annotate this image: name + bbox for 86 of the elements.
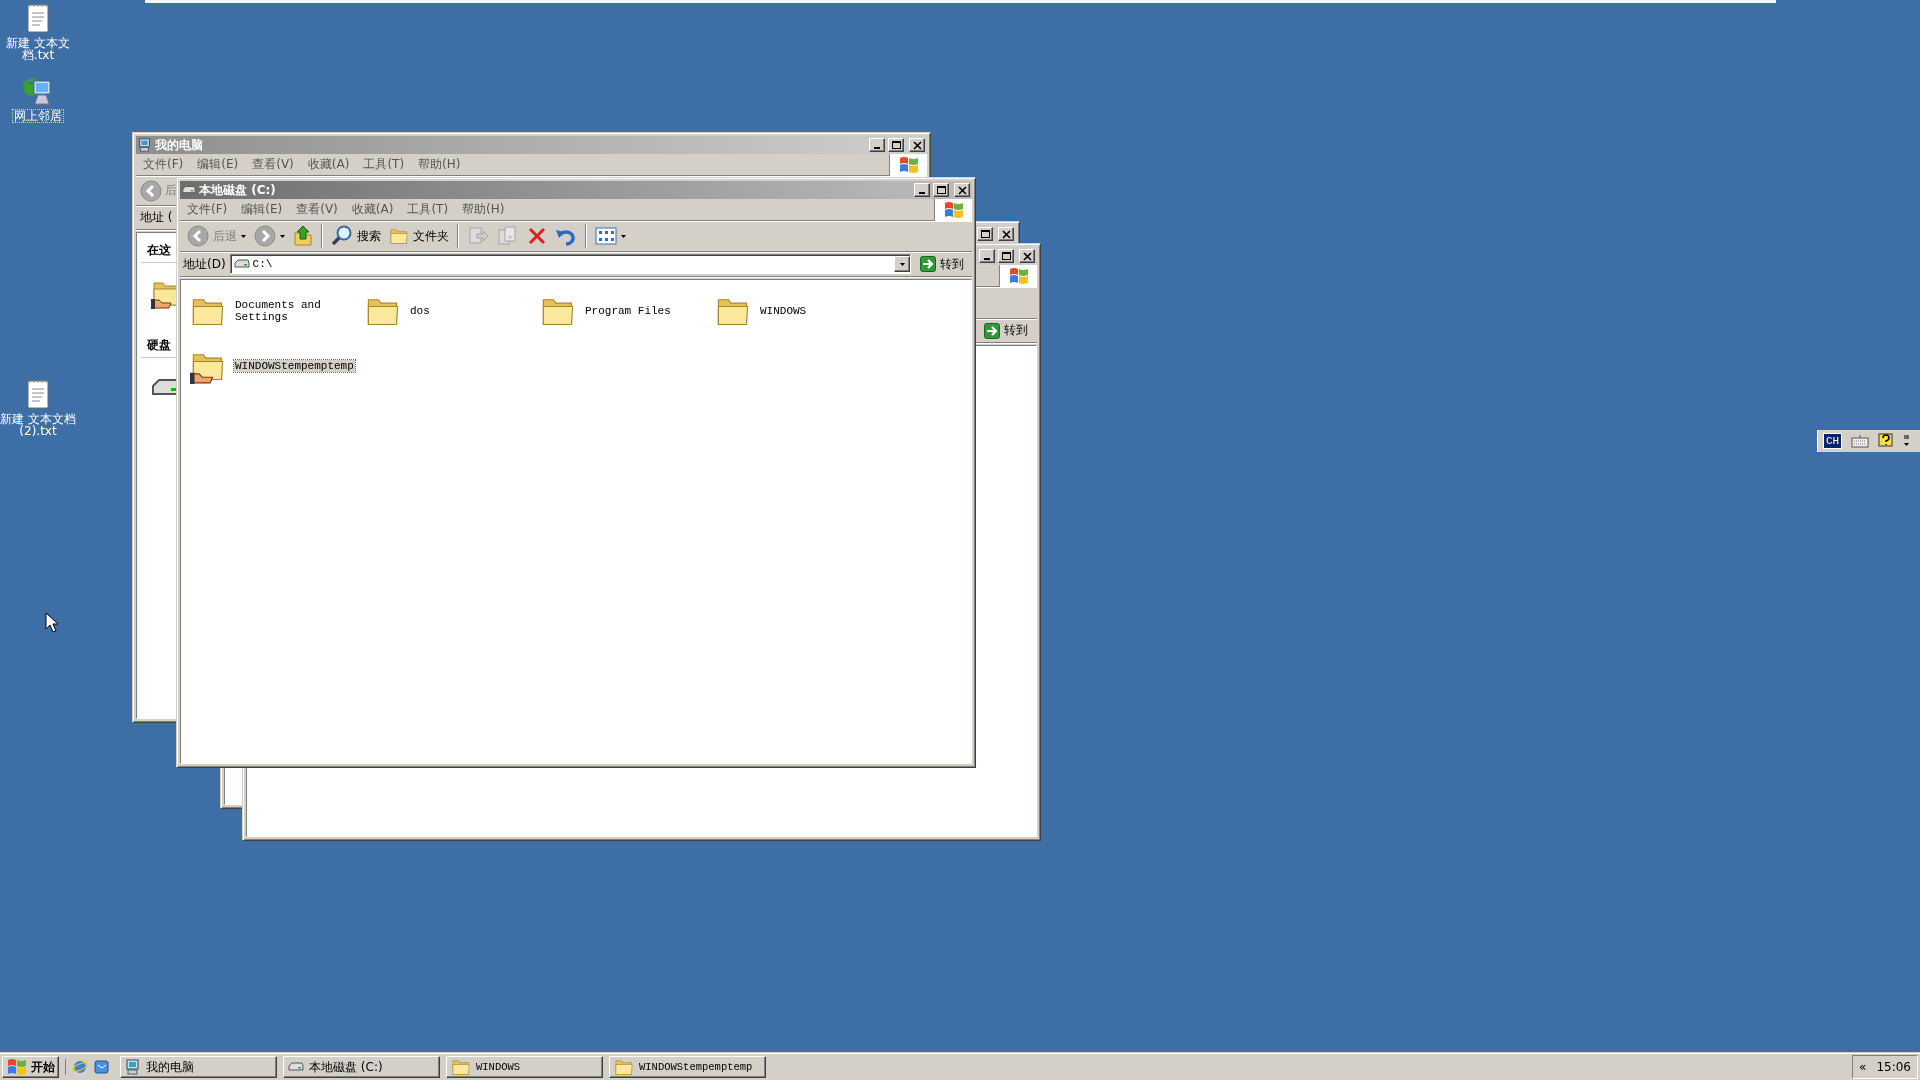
delete-icon: [527, 226, 547, 246]
menu-item[interactable]: 收藏(A): [344, 201, 401, 218]
taskbar-button[interactable]: WINDOWStempemptemp: [609, 1056, 766, 1078]
help-icon[interactable]: [1878, 433, 1895, 449]
close-icon: [912, 140, 922, 150]
browser-icon[interactable]: [72, 1059, 88, 1075]
maximize-icon: [936, 185, 946, 195]
folder-icon: [614, 1057, 634, 1077]
minimize-button[interactable]: [869, 138, 885, 152]
language-indicator[interactable]: CH: [1823, 433, 1843, 449]
text-file-icon[interactable]: [25, 2, 51, 34]
clock: 15:06: [1876, 1060, 1911, 1074]
caret-icon: [899, 262, 905, 266]
menu-item[interactable]: 查看(V): [245, 156, 301, 173]
windows-logo-icon: [942, 199, 965, 220]
minimize-button[interactable]: [914, 183, 930, 197]
maximize-icon: [980, 229, 990, 239]
start-button[interactable]: 开始: [2, 1056, 59, 1078]
close-icon: [957, 185, 967, 195]
desktop-icon-label[interactable]: 新建 文本文档 (2).txt: [0, 413, 76, 437]
tray-toggle[interactable]: «: [1859, 1060, 1867, 1074]
minimize-button[interactable]: [979, 249, 995, 263]
caret-icon: [621, 234, 626, 238]
computer-icon: [125, 1059, 141, 1075]
menu-item[interactable]: 编辑(E): [234, 201, 290, 218]
folder-icon: [451, 1057, 471, 1077]
address-field[interactable]: C:\: [229, 254, 911, 274]
folder-label[interactable]: Program Files: [584, 305, 672, 317]
views-icon: [595, 227, 617, 245]
folder-label[interactable]: dos: [409, 305, 431, 317]
taskbar-button[interactable]: 本地磁盘 (C:): [283, 1056, 440, 1078]
close-button[interactable]: [909, 138, 925, 152]
menu-item[interactable]: 文件(F): [136, 156, 191, 173]
menu-item[interactable]: 查看(V): [289, 201, 345, 218]
menu-item[interactable]: 帮助(H): [411, 156, 468, 173]
caret-icon: [241, 234, 246, 238]
search-icon: [331, 225, 353, 247]
mail-icon[interactable]: [94, 1059, 110, 1075]
address-label: 地址 (: [140, 209, 173, 226]
taskbar-button[interactable]: WINDOWS: [446, 1056, 603, 1078]
windows-logo-icon: [1007, 265, 1030, 286]
menu-item[interactable]: 帮助(H): [455, 201, 512, 218]
maximize-icon: [891, 140, 901, 150]
menu-item[interactable]: 收藏(A): [300, 156, 357, 173]
menu-item[interactable]: 工具(T): [356, 156, 412, 173]
network-icon[interactable]: [22, 75, 54, 107]
mouse-pointer-icon: [45, 612, 58, 633]
folder-label[interactable]: WINDOWS: [759, 305, 808, 317]
options-icon[interactable]: [1903, 434, 1911, 448]
go-button[interactable]: 转到: [979, 320, 1033, 341]
maximize-button[interactable]: [977, 227, 993, 241]
computer-icon: [138, 138, 152, 152]
close-icon: [1022, 251, 1032, 261]
minimize-icon: [984, 256, 990, 260]
desktop-icon-label[interactable]: 新建 文本文档.txt: [0, 37, 76, 61]
dropdown-button[interactable]: [894, 256, 910, 272]
taskbar-button[interactable]: 我的电脑: [120, 1056, 277, 1078]
go-arrow-icon: [920, 256, 936, 272]
text-file-icon[interactable]: [25, 378, 51, 410]
up-folder-icon: [293, 225, 313, 247]
maximize-button[interactable]: [888, 138, 904, 152]
close-icon: [1001, 229, 1011, 239]
menu-item[interactable]: 编辑(E): [190, 156, 246, 173]
menu-item[interactable]: 工具(T): [400, 201, 456, 218]
copy-to-icon: [497, 225, 519, 247]
windows-logo-icon: [897, 154, 920, 175]
maximize-button[interactable]: [933, 183, 949, 197]
minimize-icon: [874, 145, 880, 149]
folder-label[interactable]: Documents and Settings: [234, 299, 359, 323]
caret-icon: [280, 234, 285, 238]
minimize-icon: [919, 190, 925, 194]
window-title: 本地磁盘 (C:): [199, 181, 277, 199]
move-to-icon: [467, 225, 489, 247]
window-title: 我的电脑: [155, 136, 204, 154]
keyboard-icon[interactable]: [1851, 434, 1870, 448]
close-button[interactable]: [954, 183, 970, 197]
menu-item[interactable]: 文件(F): [180, 201, 235, 218]
maximize-icon: [1001, 251, 1011, 261]
folder-label[interactable]: WINDOWStempemptemp: [234, 360, 355, 372]
folder-icon: [389, 226, 409, 246]
desktop-icon-label[interactable]: 网上邻居: [13, 110, 63, 122]
go-arrow-icon: [984, 322, 1000, 339]
close-button[interactable]: [998, 227, 1014, 241]
windows-logo-icon: [6, 1057, 28, 1077]
maximize-button[interactable]: [998, 249, 1014, 263]
close-button[interactable]: [1019, 249, 1035, 263]
